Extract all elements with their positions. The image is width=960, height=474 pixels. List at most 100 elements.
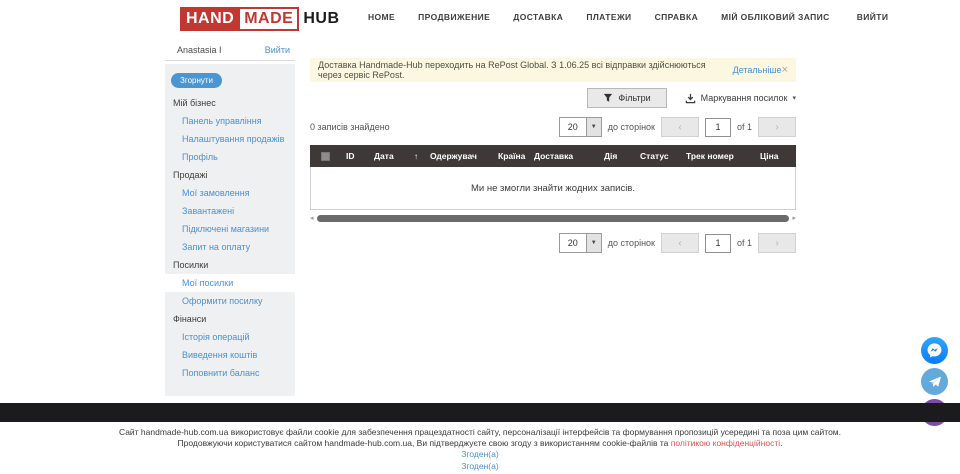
- of-pages-label: of 1: [737, 238, 752, 248]
- sidebar-item-connected-stores[interactable]: Підключені магазини: [165, 220, 295, 238]
- cookie-notice: Сайт handmade-hub.com.ua використовує фа…: [0, 427, 960, 449]
- telegram-icon: [927, 374, 943, 390]
- banner-text: Доставка Handmade-Hub переходить на RePo…: [318, 60, 730, 80]
- agree-row-2: Згоден(а): [0, 461, 960, 471]
- main-nav: HOME ПРОДВИЖЕНИЕ ДОСТАВКА ПЛАТЕЖИ СПРАВК…: [368, 12, 888, 22]
- scroll-left-icon[interactable]: ◂: [310, 215, 314, 222]
- export-icon: [685, 93, 696, 104]
- parcel-marking-label: Маркування посилок: [701, 93, 788, 103]
- next-page-button-bottom[interactable]: ›: [758, 233, 796, 253]
- banner-details-link[interactable]: Детальніше: [733, 65, 782, 75]
- sidebar-item-dashboard[interactable]: Панель управління: [165, 112, 295, 130]
- parcel-marking-dropdown[interactable]: Маркування посилок ▾: [685, 93, 796, 104]
- sidebar-logout-link[interactable]: Вийти: [265, 45, 290, 55]
- column-header-track-number[interactable]: Трек номер: [680, 151, 754, 161]
- scroll-right-icon[interactable]: ▸: [792, 215, 796, 222]
- nav-logout[interactable]: ВИЙТИ: [857, 12, 889, 22]
- table-header-row: ID Дата ↑ Одержувач Країна Доставка Дія …: [310, 145, 796, 167]
- pagination-bottom: 20 ▼ до сторінок ‹ of 1 ›: [310, 233, 796, 253]
- column-header-price[interactable]: Ціна: [754, 151, 796, 161]
- brand-logo[interactable]: HAND MADE HUB: [180, 7, 342, 31]
- top-header: HAND MADE HUB HOME ПРОДВИЖЕНИЕ ДОСТАВКА …: [0, 0, 960, 36]
- user-name: Anastasia I: [177, 45, 222, 55]
- page-number-input-top[interactable]: [705, 118, 731, 137]
- brand-logo-hub: HUB: [299, 9, 341, 29]
- notification-banner: Доставка Handmade-Hub переходить на RePo…: [310, 58, 796, 82]
- filters-button-label: Фільтри: [618, 93, 650, 103]
- table-empty-state: Ми не змогли знайти жодних записів.: [310, 167, 796, 210]
- sidebar-item-topup-balance[interactable]: Поповнити баланс: [165, 364, 295, 382]
- sidebar-heading-parcels: Посилки: [165, 256, 295, 274]
- sidebar-item-operations-history[interactable]: Історія операцій: [165, 328, 295, 346]
- sidebar-item-payment-request[interactable]: Запит на оплату: [165, 238, 295, 256]
- sort-ascending-icon: ↑: [414, 152, 418, 161]
- sidebar-menu: Згорнути Мій бізнес Панель управління На…: [165, 64, 295, 396]
- agree-link-2[interactable]: Згоден(а): [461, 461, 498, 471]
- sidebar-heading-finance: Фінанси: [165, 310, 295, 328]
- sidebar-item-my-parcels[interactable]: Мої посилки: [165, 274, 295, 292]
- cookie-line2-suffix: .: [780, 438, 782, 448]
- banner-close-icon[interactable]: ×: [782, 64, 788, 76]
- prev-page-button-top[interactable]: ‹: [661, 117, 699, 137]
- sidebar-item-withdraw-funds[interactable]: Виведення коштів: [165, 346, 295, 364]
- telegram-button[interactable]: [921, 368, 948, 395]
- per-page-value: 20: [560, 234, 586, 252]
- column-header-status[interactable]: Статус: [634, 151, 680, 161]
- select-all-cell: [310, 152, 340, 161]
- collapse-button[interactable]: Згорнути: [171, 73, 222, 88]
- parcels-table: ID Дата ↑ Одержувач Країна Доставка Дія …: [310, 145, 796, 210]
- column-header-delivery[interactable]: Доставка: [528, 151, 598, 161]
- column-header-action[interactable]: Дія: [598, 151, 634, 161]
- agree-row-1: Згоден(а): [0, 449, 960, 459]
- pagination-top: 20 ▼ до сторінок ‹ of 1 ›: [559, 117, 796, 137]
- horizontal-scrollbar: ◂ ▸: [310, 215, 796, 222]
- sidebar-item-uploaded[interactable]: Завантажені: [165, 202, 295, 220]
- records-found-label: 0 записів знайдено: [310, 122, 390, 132]
- sidebar-heading-business: Мій бізнес: [165, 94, 295, 112]
- messenger-button[interactable]: [921, 337, 948, 364]
- nav-payments[interactable]: ПЛАТЕЖИ: [586, 12, 631, 22]
- per-page-value: 20: [560, 118, 586, 136]
- cookie-line2: Продовжуючи користуватися сайтом handmad…: [178, 438, 671, 448]
- cookie-line1: Сайт handmade-hub.com.ua використовує фа…: [119, 427, 841, 437]
- results-pagination-row: 0 записів знайдено 20 ▼ до сторінок ‹ of…: [310, 117, 796, 138]
- column-header-id[interactable]: ID: [340, 151, 368, 161]
- agree-link-1[interactable]: Згоден(а): [461, 449, 498, 459]
- brand-logo-made: MADE: [240, 7, 299, 31]
- column-header-recipient[interactable]: Одержувач: [424, 151, 492, 161]
- column-header-country[interactable]: Країна: [492, 151, 528, 161]
- per-page-select-top[interactable]: 20 ▼: [559, 117, 602, 137]
- nav-account[interactable]: МІЙ ОБЛІКОВИЙ ЗАПИС: [721, 12, 830, 22]
- main-content: Доставка Handmade-Hub переходить на RePo…: [310, 58, 796, 253]
- column-header-date[interactable]: Дата ↑: [368, 151, 424, 161]
- column-header-date-label: Дата: [374, 151, 394, 161]
- nav-promotion[interactable]: ПРОДВИЖЕНИЕ: [418, 12, 490, 22]
- sidebar-item-my-orders[interactable]: Мої замовлення: [165, 184, 295, 202]
- nav-help[interactable]: СПРАВКА: [655, 12, 699, 22]
- nav-home[interactable]: HOME: [368, 12, 395, 22]
- sidebar-item-create-parcel[interactable]: Оформити посилку: [165, 292, 295, 310]
- filters-button[interactable]: Фільтри: [587, 88, 666, 108]
- sidebar-heading-sales: Продажі: [165, 166, 295, 184]
- sidebar-item-profile[interactable]: Профіль: [165, 148, 295, 166]
- prev-page-button-bottom[interactable]: ‹: [661, 233, 699, 253]
- of-pages-label: of 1: [737, 122, 752, 132]
- per-page-select-bottom[interactable]: 20 ▼: [559, 233, 602, 253]
- select-caret-icon: ▼: [586, 234, 601, 252]
- privacy-policy-link[interactable]: політикою конфіденційності: [671, 438, 780, 448]
- per-page-label: до сторінок: [608, 122, 655, 132]
- per-page-label: до сторінок: [608, 238, 655, 248]
- scrollbar-thumb[interactable]: [317, 215, 790, 222]
- page-number-input-bottom[interactable]: [705, 234, 731, 253]
- select-all-checkbox[interactable]: [321, 152, 330, 161]
- next-page-button-top[interactable]: ›: [758, 117, 796, 137]
- toolbar: Фільтри Маркування посилок ▾: [310, 87, 796, 109]
- filter-funnel-icon: [603, 93, 613, 103]
- sidebar: Anastasia I Вийти Згорнути Мій бізнес Па…: [165, 40, 295, 396]
- empty-state-message: Ми не змогли знайти жодних записів.: [471, 183, 635, 194]
- chevron-down-icon: ▾: [792, 94, 796, 102]
- select-caret-icon: ▼: [586, 118, 601, 136]
- sidebar-item-sales-settings[interactable]: Налаштування продажів: [165, 130, 295, 148]
- messenger-icon: [926, 342, 943, 359]
- nav-delivery[interactable]: ДОСТАВКА: [513, 12, 563, 22]
